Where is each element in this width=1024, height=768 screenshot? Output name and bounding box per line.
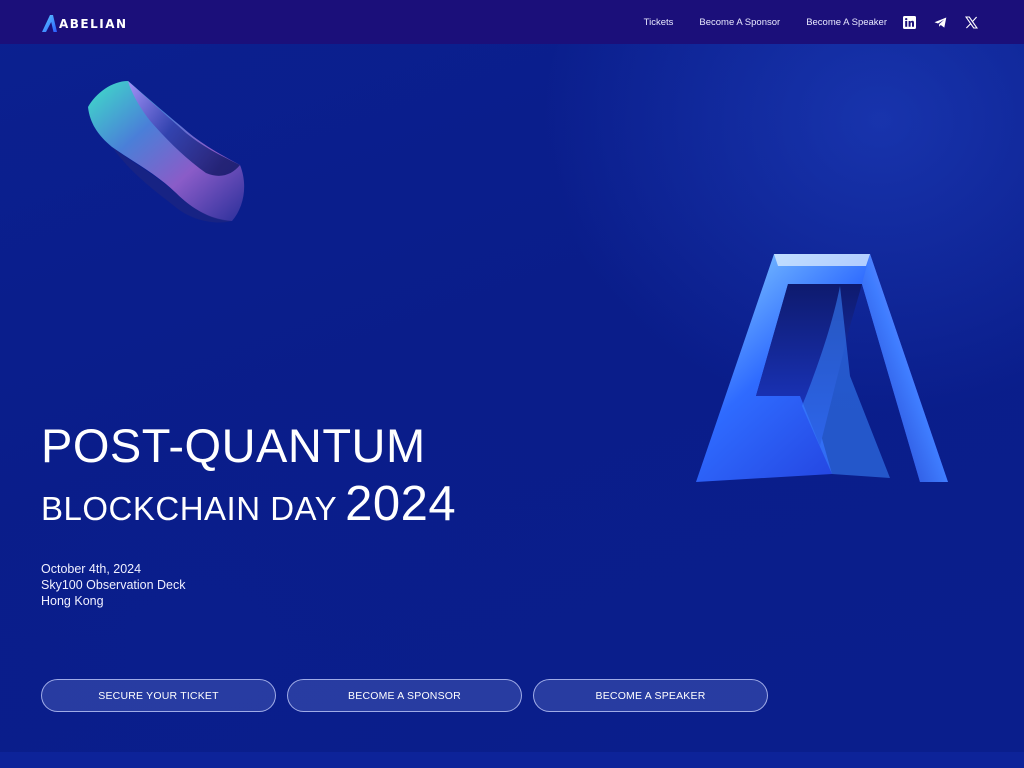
- event-details: October 4th, 2024 Sky100 Observation Dec…: [41, 561, 186, 609]
- event-venue: Sky100 Observation Deck: [41, 578, 186, 592]
- abelian-logo-mark-icon: [42, 15, 57, 32]
- telegram-icon[interactable]: [934, 16, 947, 29]
- hero-title-line1: POST-QUANTUM: [41, 419, 426, 472]
- social-links: [903, 0, 978, 44]
- landing-page: ABELIAN Tickets Become A Sponsor Become …: [0, 0, 1024, 768]
- become-speaker-button[interactable]: BECOME A SPEAKER: [533, 679, 768, 712]
- secure-ticket-button[interactable]: SECURE YOUR TICKET: [41, 679, 276, 712]
- twisted-prism-illustration: [88, 81, 245, 223]
- linkedin-icon[interactable]: [903, 15, 916, 29]
- nav-tickets[interactable]: Tickets: [644, 17, 674, 28]
- become-sponsor-button[interactable]: BECOME A SPONSOR: [287, 679, 522, 712]
- cta-buttons: SECURE YOUR TICKET BECOME A SPONSOR BECO…: [41, 679, 768, 712]
- hero-year: 2024: [345, 477, 457, 531]
- main-nav: Tickets Become A Sponsor Become A Speake…: [644, 0, 887, 44]
- abelian-logo[interactable]: ABELIAN: [41, 15, 128, 32]
- hero-title-line2: BLOCKCHAIN DAY 2024: [41, 476, 456, 532]
- abelian-3d-a-illustration: [696, 254, 948, 482]
- nav-become-speaker[interactable]: Become A Speaker: [806, 17, 887, 28]
- x-icon[interactable]: [965, 15, 978, 29]
- event-city: Hong Kong: [41, 594, 104, 608]
- nav-become-sponsor[interactable]: Become A Sponsor: [699, 17, 780, 28]
- event-date: October 4th, 2024: [41, 562, 142, 576]
- hero-subtitle: BLOCKCHAIN DAY: [41, 490, 338, 527]
- site-header: ABELIAN Tickets Become A Sponsor Become …: [0, 0, 1024, 44]
- next-section-edge: [0, 752, 1024, 768]
- logo-text: ABELIAN: [59, 16, 128, 31]
